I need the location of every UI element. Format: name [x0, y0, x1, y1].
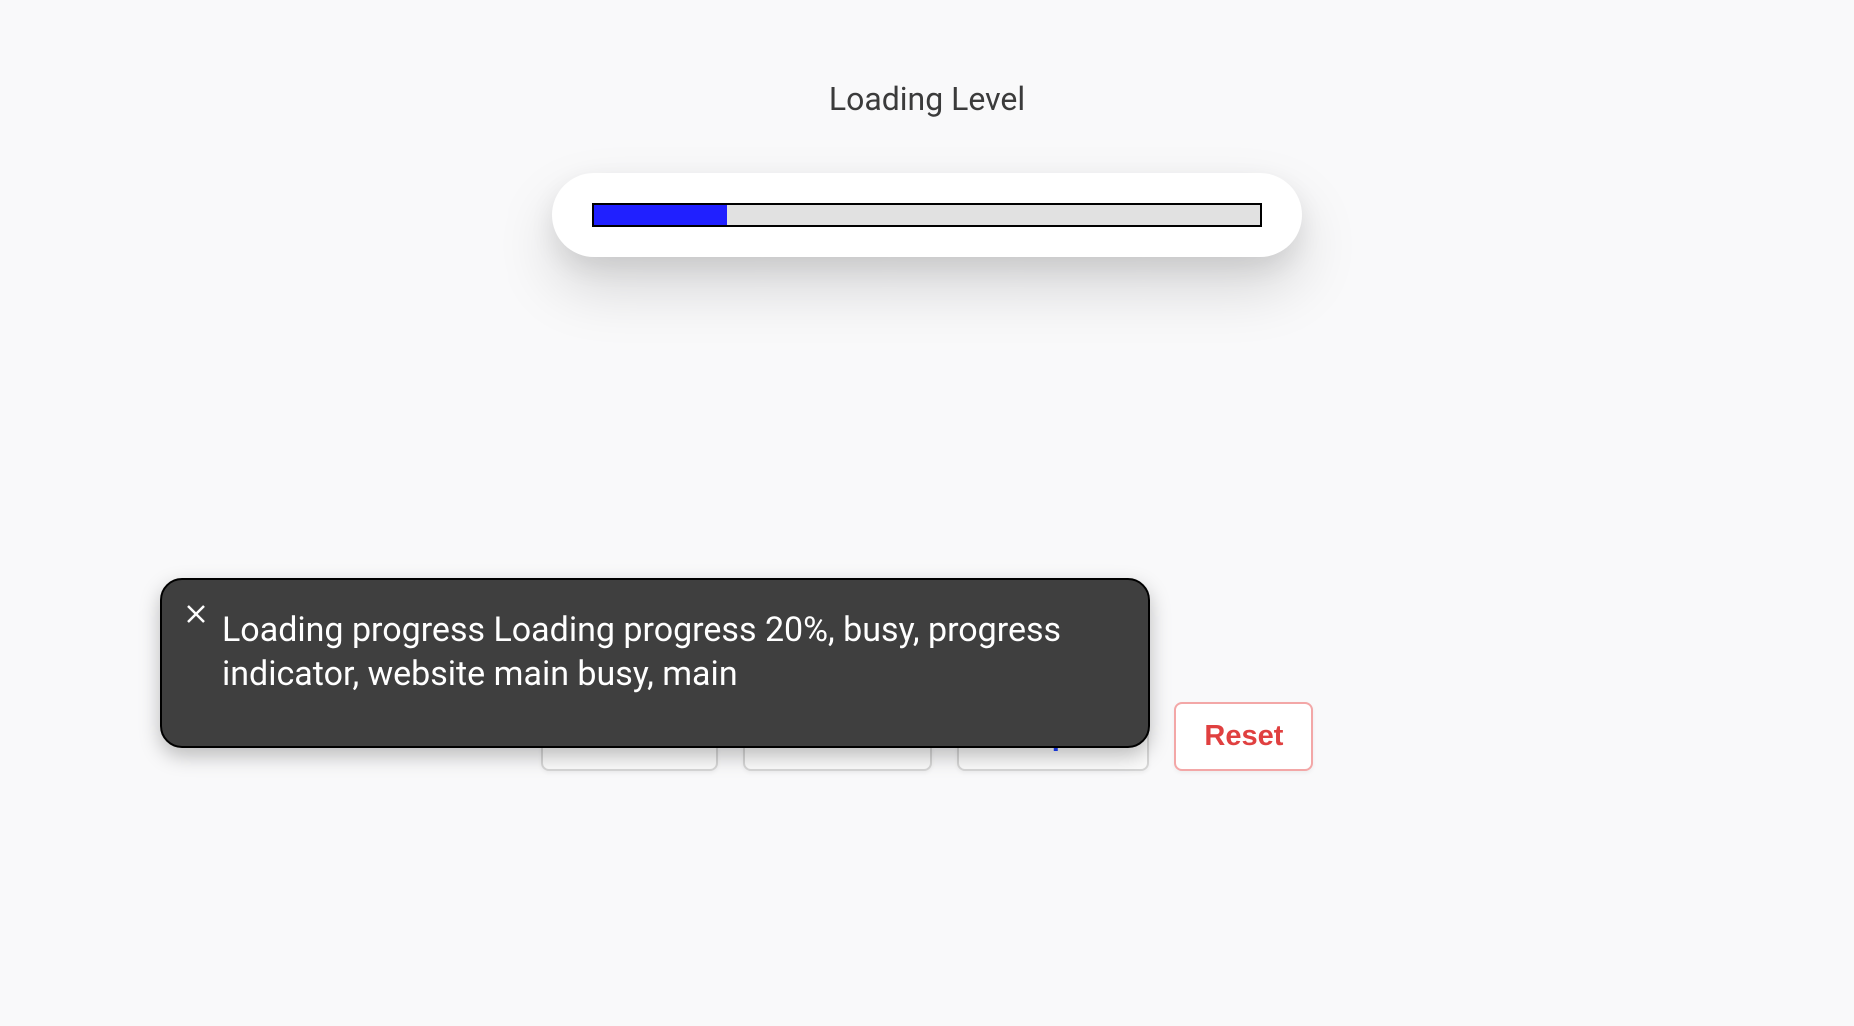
progress-container [552, 173, 1302, 257]
progress-fill [594, 205, 727, 225]
close-icon[interactable] [184, 602, 208, 626]
progress-track [592, 203, 1262, 227]
tooltip-text: Loading progress Loading progress 20%, b… [222, 608, 1114, 696]
reset-button[interactable]: Reset [1174, 702, 1313, 771]
accessibility-tooltip: Loading progress Loading progress 20%, b… [160, 578, 1150, 748]
page-heading: Loading Level [0, 80, 1854, 118]
